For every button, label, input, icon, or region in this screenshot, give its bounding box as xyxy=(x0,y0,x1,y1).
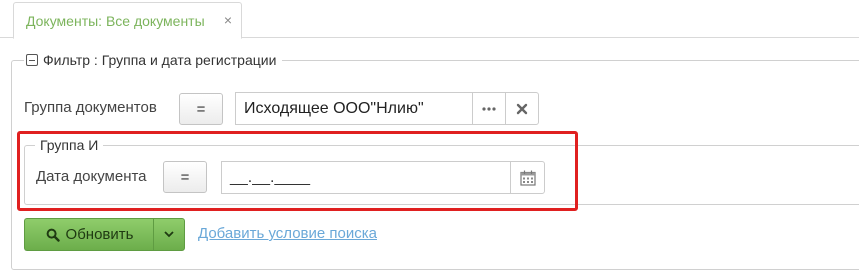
tab-bar: Документы: Все документы × xyxy=(0,0,859,39)
update-button-label: Обновить xyxy=(65,226,134,243)
update-dropdown-button[interactable] xyxy=(153,218,185,251)
minus-square-icon[interactable] xyxy=(26,54,38,66)
group-operator-button[interactable]: = xyxy=(179,93,223,125)
date-label: Дата документа xyxy=(36,168,147,185)
date-field[interactable]: __.__.____ xyxy=(221,161,511,194)
group-and-legend: Группа И xyxy=(35,136,104,154)
ellipsis-icon[interactable] xyxy=(472,92,506,125)
chevron-down-icon xyxy=(164,231,174,238)
group-label: Группа документов xyxy=(24,99,157,116)
close-icon[interactable] xyxy=(505,92,539,125)
date-operator-button[interactable]: = xyxy=(163,161,207,193)
group-value-field[interactable]: Исходящее ООО"Нлию" xyxy=(235,92,473,125)
tab-all-documents[interactable]: Документы: Все документы × xyxy=(13,2,242,39)
add-condition-link[interactable]: Добавить условие поиска xyxy=(198,225,377,242)
search-icon xyxy=(46,228,60,242)
filter-legend: Фильтр : Группа и дата регистрации xyxy=(24,50,283,70)
calendar-icon[interactable] xyxy=(510,161,545,194)
filter-legend-label: Фильтр : Группа и дата регистрации xyxy=(43,52,277,68)
update-button[interactable]: Обновить xyxy=(24,218,154,251)
tab-label: Документы: Все документы xyxy=(26,12,205,29)
close-icon[interactable]: × xyxy=(224,12,232,28)
